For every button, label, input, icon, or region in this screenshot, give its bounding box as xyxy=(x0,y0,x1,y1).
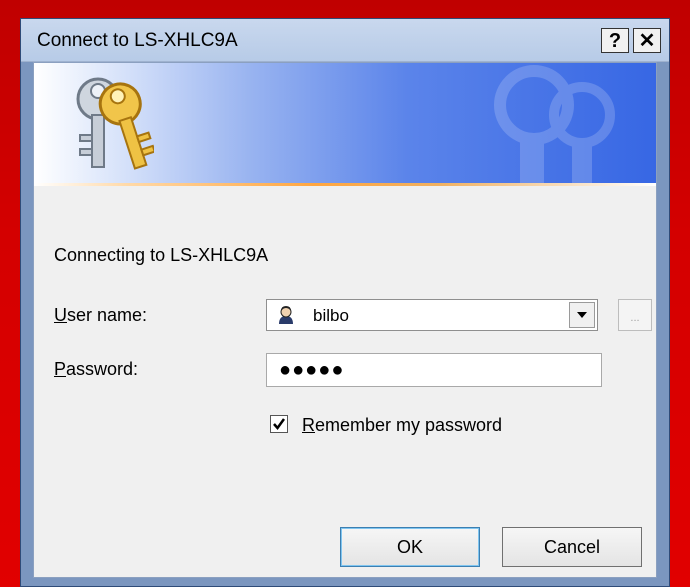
chevron-down-icon xyxy=(577,312,587,318)
username-label-text: ser name: xyxy=(67,305,148,325)
help-button[interactable]: ? xyxy=(601,28,629,53)
password-label-accesskey: P xyxy=(54,359,67,379)
keys-icon xyxy=(76,77,154,170)
dialog-client-area: Connecting to LS-XHLC9A User name: bilbo… xyxy=(33,62,657,578)
banner xyxy=(34,63,656,183)
username-label: User name: xyxy=(54,305,147,326)
username-combobox[interactable]: bilbo xyxy=(266,299,598,331)
remember-password-checkbox[interactable] xyxy=(270,415,288,433)
close-icon: ✕ xyxy=(638,29,656,52)
ok-button[interactable]: OK xyxy=(340,527,480,567)
user-avatar-icon xyxy=(276,305,296,325)
close-button[interactable]: ✕ xyxy=(633,28,661,53)
banner-divider xyxy=(34,183,656,186)
window-title: Connect to LS-XHLC9A xyxy=(37,30,238,51)
password-mask: ●●●●● xyxy=(279,359,345,381)
remember-label-text: emember my password xyxy=(315,415,503,435)
keys-watermark-icon xyxy=(494,65,615,183)
password-label: Password: xyxy=(54,359,138,380)
username-label-accesskey: U xyxy=(54,305,67,325)
cancel-button[interactable]: Cancel xyxy=(502,527,642,567)
remember-label-accesskey: R xyxy=(302,415,315,435)
checkmark-icon xyxy=(273,418,286,431)
password-field[interactable]: ●●●●● xyxy=(266,353,602,387)
username-dropdown-button[interactable] xyxy=(569,302,595,328)
connect-dialog: Connect to LS-XHLC9A ? ✕ Connecting to L… xyxy=(20,18,670,587)
password-label-text: assword: xyxy=(66,359,139,379)
username-value: bilbo xyxy=(313,306,349,325)
browse-users-button[interactable]: ... xyxy=(618,299,652,331)
connecting-text: Connecting to LS-XHLC9A xyxy=(54,245,269,265)
title-bar[interactable]: Connect to LS-XHLC9A ? ✕ xyxy=(21,19,669,62)
remember-password-label[interactable]: Remember my password xyxy=(302,415,502,436)
